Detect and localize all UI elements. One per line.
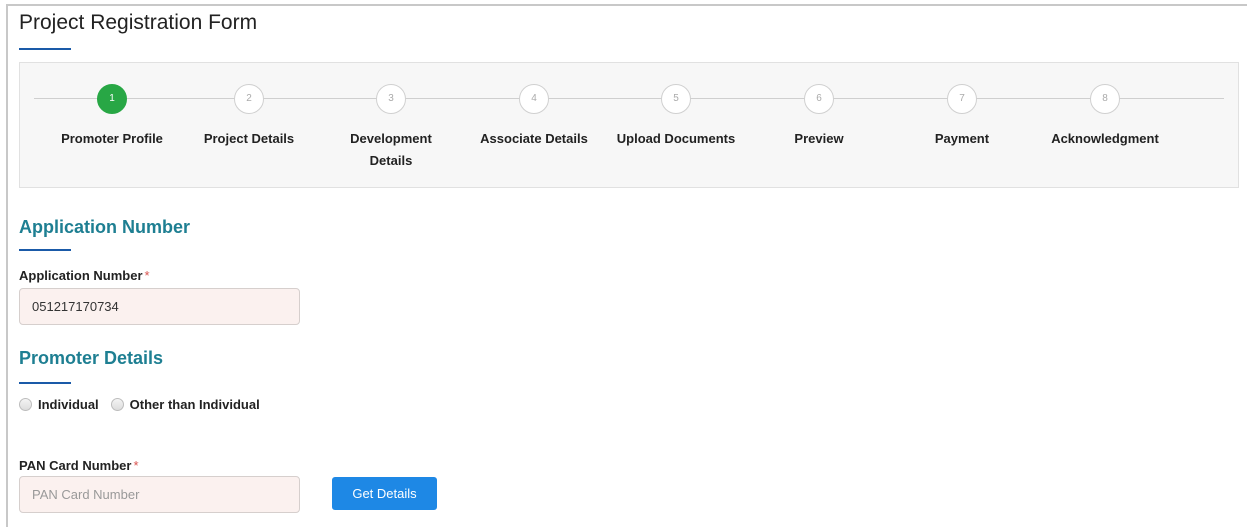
required-mark: * bbox=[144, 268, 150, 283]
radio-label: Individual bbox=[38, 397, 99, 412]
step-associate-details[interactable]: 4 Associate Details bbox=[459, 84, 609, 150]
step-acknowledgment[interactable]: 8 Acknowledgment bbox=[1030, 84, 1180, 150]
step-label: Development Details bbox=[350, 131, 432, 168]
required-mark: * bbox=[133, 458, 139, 473]
title-underline bbox=[19, 48, 71, 50]
application-number-label-text: Application Number bbox=[19, 268, 143, 283]
step-number: 8 bbox=[1090, 84, 1120, 114]
page-title: Project Registration Form bbox=[19, 11, 258, 34]
step-payment[interactable]: 7 Payment bbox=[887, 84, 1037, 150]
step-label: Project Details bbox=[203, 131, 295, 146]
step-label: Payment bbox=[934, 131, 990, 146]
pan-card-label: PAN Card Number * bbox=[19, 458, 139, 473]
pan-card-input[interactable] bbox=[19, 476, 300, 513]
radio-other-than-individual[interactable] bbox=[110, 398, 124, 411]
step-preview[interactable]: 6 Preview bbox=[744, 84, 894, 150]
step-number: 6 bbox=[804, 84, 834, 114]
radio-label: Other than Individual bbox=[129, 397, 260, 412]
pan-card-label-text: PAN Card Number bbox=[19, 458, 132, 473]
section-underline bbox=[19, 382, 71, 384]
step-number: 4 bbox=[519, 84, 549, 114]
progress-stepper: 1 Promoter Profile 2 Project Details 3 D… bbox=[19, 62, 1239, 188]
radio-individual[interactable] bbox=[19, 398, 32, 411]
step-label: Associate Details bbox=[480, 131, 588, 146]
step-label: Upload Documents bbox=[616, 131, 736, 146]
application-number-label: Application Number * bbox=[19, 268, 150, 283]
step-promoter-profile[interactable]: 1 Promoter Profile bbox=[37, 84, 187, 150]
step-label: Promoter Profile bbox=[61, 131, 163, 146]
radio-option-individual[interactable]: Individual bbox=[19, 397, 99, 412]
application-number-input[interactable] bbox=[19, 288, 300, 325]
section-title-application-number: Application Number bbox=[19, 217, 191, 237]
step-project-details[interactable]: 2 Project Details bbox=[174, 84, 324, 150]
get-details-button[interactable]: Get Details bbox=[332, 477, 437, 510]
step-number: 1 bbox=[97, 84, 127, 114]
step-label: Acknowledgment bbox=[1051, 131, 1159, 146]
step-development-details[interactable]: 3 Development Details bbox=[316, 84, 466, 172]
step-label: Preview bbox=[794, 131, 844, 146]
section-title-promoter-details: Promoter Details bbox=[19, 348, 164, 368]
section-underline bbox=[19, 249, 71, 251]
step-number: 3 bbox=[376, 84, 406, 114]
step-number: 7 bbox=[947, 84, 977, 114]
radio-option-other-than-individual[interactable]: Other than Individual bbox=[110, 397, 260, 412]
step-number: 2 bbox=[234, 84, 264, 114]
promoter-type-radio-group: Individual Other than Individual bbox=[19, 397, 272, 412]
step-number: 5 bbox=[661, 84, 691, 114]
step-upload-documents[interactable]: 5 Upload Documents bbox=[601, 84, 751, 150]
